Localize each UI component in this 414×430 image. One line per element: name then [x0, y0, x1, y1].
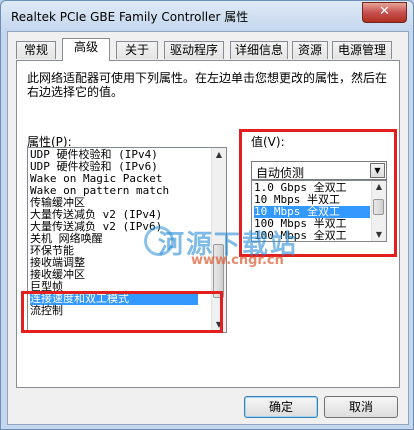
cancel-button[interactable]: 取消 — [324, 396, 398, 418]
title-bar[interactable]: Realtek PCIe GBE Family Controller 属性 ✕ — [1, 1, 413, 31]
close-button[interactable]: ✕ — [362, 2, 407, 23]
tab-advanced[interactable]: 高级 — [62, 38, 110, 61]
property-highlight-box — [21, 291, 223, 333]
tab-resources[interactable]: 资源 — [292, 41, 328, 59]
tab-details[interactable]: 详细信息 — [230, 41, 288, 59]
ok-button[interactable]: 确定 — [244, 396, 318, 418]
scroll-up-icon[interactable]: ▲ — [212, 148, 226, 162]
tab-general[interactable]: 常规 — [16, 41, 56, 59]
panel-description: 此网络适配器可使用下列属性。在左边单击您想更改的属性，然后在右边选择它的值。 — [27, 71, 388, 99]
tab-about[interactable]: 关于 — [116, 41, 158, 59]
properties-dialog: Realtek PCIe GBE Family Controller 属性 ✕ … — [0, 0, 414, 430]
window-title: Realtek PCIe GBE Family Controller 属性 — [11, 10, 249, 24]
tab-driver[interactable]: 驱动程序 — [164, 41, 224, 59]
tab-power-management[interactable]: 电源管理 — [332, 41, 392, 59]
dialog-client-area: 常规 高级 关于 驱动程序 详细信息 资源 电源管理 此网络适配器可使用下列属性… — [7, 31, 409, 425]
watermark-url: www.cngr.cn — [191, 253, 284, 268]
